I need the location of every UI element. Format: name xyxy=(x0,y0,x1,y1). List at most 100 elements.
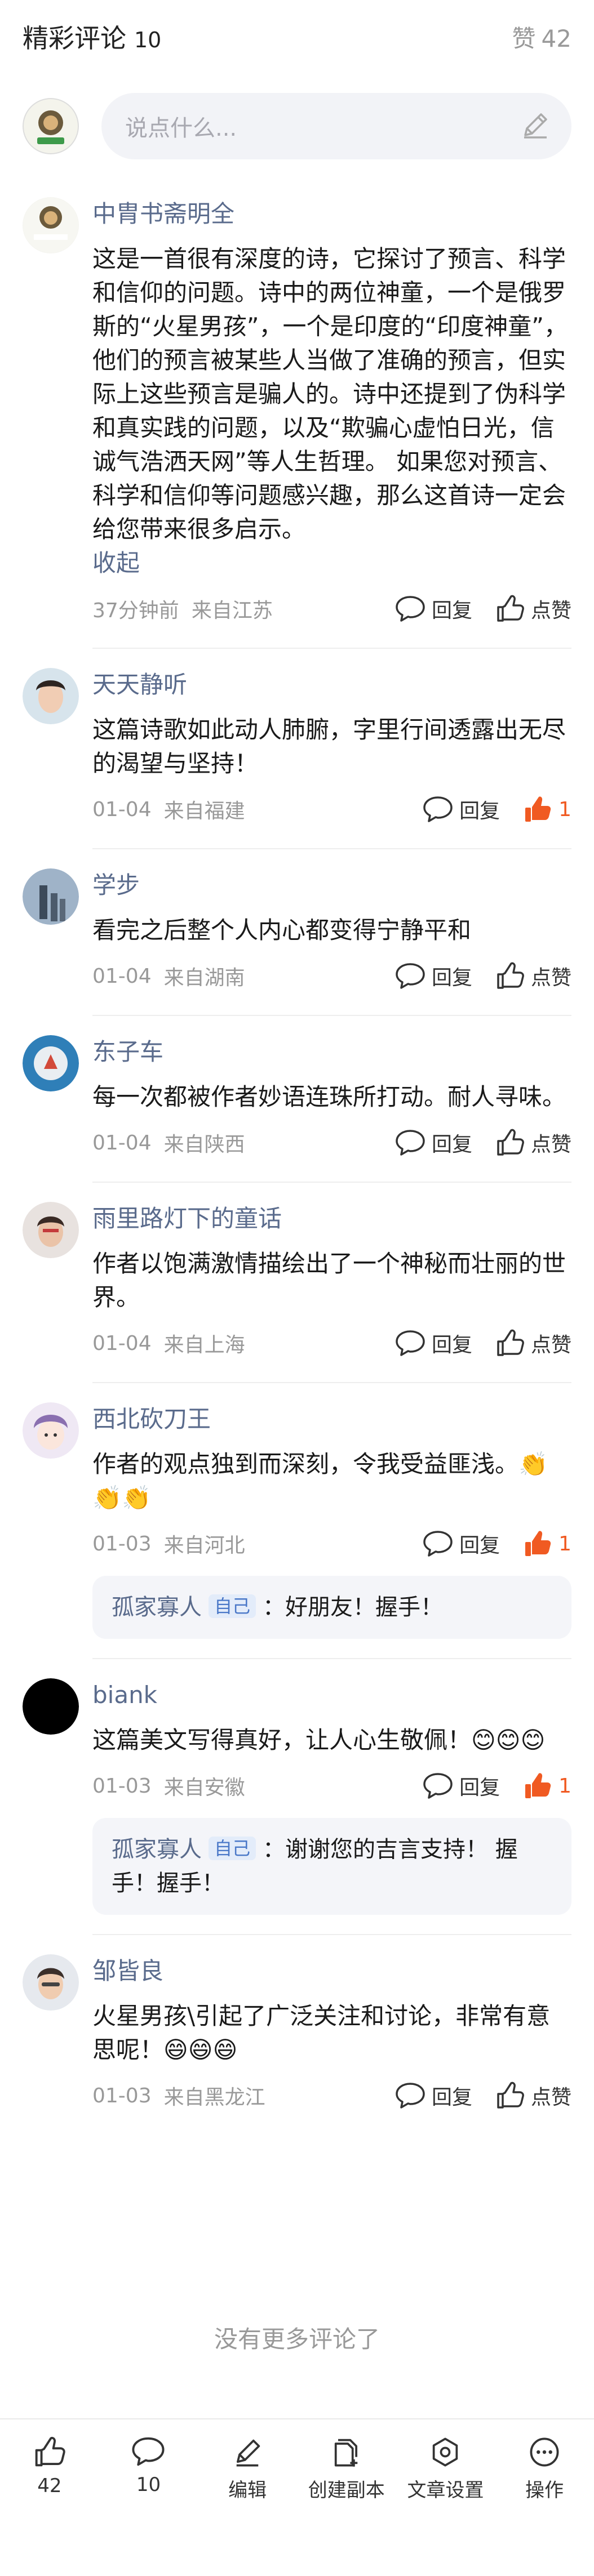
thumb-up-filled-icon xyxy=(525,1773,551,1798)
toolbar-copy-button[interactable]: 创建副本 xyxy=(299,2435,394,2502)
comment-item: 雨里路灯下的童话 作者以饱满激情描绘出了一个神秘而壮丽的世界。 01-04 来自… xyxy=(0,1202,594,1383)
comment-meta: 01-04 来自福建 回复 1 xyxy=(92,790,571,829)
comment-list: 中胄书斋明全 这是一首很有深度的诗，它探讨了预言、科学和信仰的问题。诗中的两位神… xyxy=(0,197,594,2115)
comment-location: 来自上海 xyxy=(163,1334,245,1357)
commenter-avatar[interactable] xyxy=(23,197,79,253)
divider xyxy=(92,1382,571,1383)
comment-time: 01-04 xyxy=(92,1131,152,1155)
comment-time: 01-04 xyxy=(92,1331,152,1355)
like-button[interactable]: 点赞 xyxy=(495,594,571,624)
more-icon xyxy=(530,2437,559,2467)
toolbar-settings-label: 文章设置 xyxy=(407,2479,484,2502)
like-button[interactable]: 点赞 xyxy=(495,2080,571,2111)
comments-header: 精彩评论 10 赞 42 xyxy=(0,0,594,73)
commenter-name[interactable]: 中胄书斋明全 xyxy=(92,197,571,231)
reply-bubble-icon xyxy=(396,1130,425,1156)
reply-button[interactable]: 回复 xyxy=(394,2081,472,2110)
commenter-avatar[interactable] xyxy=(23,668,79,724)
comment-item: 邹皆良 火星男孩\引起了广泛关注和讨论，非常有意思呢！😄😄😄 01-03 来自黑… xyxy=(0,1954,594,2115)
reply-bubble-icon xyxy=(423,1773,453,1799)
commenter-name[interactable]: 雨里路灯下的童话 xyxy=(92,1202,571,1236)
likes-label: 赞 xyxy=(512,24,536,52)
toolbar-edit-label: 编辑 xyxy=(228,2479,267,2502)
comment-meta: 01-04 来自陕西 回复 点赞 xyxy=(92,1123,571,1162)
settings-icon xyxy=(433,2437,458,2467)
commenter-name[interactable]: 西北砍刀王 xyxy=(92,1402,571,1436)
reply-button[interactable]: 回复 xyxy=(394,961,472,991)
commenter-avatar[interactable] xyxy=(23,868,79,925)
bottom-toolbar: 42 10 编辑 创建副本 文章设置 操作 xyxy=(0,2418,594,2531)
comment-text: 每一次都被作者妙语连珠所打动。耐人寻味。 xyxy=(92,1083,566,1111)
self-tag: 自己 xyxy=(209,1837,256,1860)
toolbar-comment-button[interactable]: 10 xyxy=(100,2435,196,2496)
comment-location: 来自江苏 xyxy=(191,599,273,622)
like-button[interactable]: 点赞 xyxy=(495,961,571,991)
my-avatar[interactable] xyxy=(23,98,79,154)
comment-location: 来自河北 xyxy=(163,1534,245,1557)
comment-meta: 37分钟前 来自江苏 回复 点赞 xyxy=(92,589,571,629)
commenter-avatar[interactable] xyxy=(23,1678,79,1735)
thumb-up-icon xyxy=(497,595,524,622)
divider xyxy=(92,1182,571,1183)
comment-meta: 01-03 来自安徽 回复 1 xyxy=(92,1766,571,1806)
commenter-avatar[interactable] xyxy=(23,1202,79,1258)
like-button[interactable]: 1 xyxy=(522,1528,571,1559)
likes-summary[interactable]: 赞 42 xyxy=(512,20,571,54)
reply-separator: ： xyxy=(263,1837,286,1862)
reply-author[interactable]: 孤家寡人 xyxy=(112,1594,202,1620)
comment-input[interactable]: 说点什么... xyxy=(101,93,571,159)
like-button[interactable]: 1 xyxy=(522,1771,571,1801)
comments-title: 精彩评论 10 xyxy=(23,18,161,55)
comment-time: 01-04 xyxy=(92,797,152,821)
commenter-name[interactable]: 邹皆良 xyxy=(92,1954,571,1988)
comment-text: 这篇美文写得真好，让人心生敬佩！😊😊😊 xyxy=(92,1726,546,1754)
collapse-link[interactable]: 收起 xyxy=(92,546,571,580)
likes-count: 42 xyxy=(541,24,571,52)
reply-bubble-icon xyxy=(396,596,425,622)
comment-meta: 01-03 来自河北 回复 1 xyxy=(92,1524,571,1563)
like-button[interactable]: 1 xyxy=(522,794,571,825)
reply-button[interactable]: 回复 xyxy=(422,795,500,824)
commenter-name[interactable]: 学步 xyxy=(92,868,571,902)
reply-bubble-icon xyxy=(423,1531,453,1557)
reply-button[interactable]: 回复 xyxy=(394,594,472,623)
commenter-avatar[interactable] xyxy=(23,1402,79,1459)
toolbar-comment-count: 10 xyxy=(136,2474,161,2496)
toolbar-more-button[interactable]: 操作 xyxy=(497,2435,592,2502)
comment-text: 作者以饱满激情描绘出了一个神秘而壮丽的世界。 xyxy=(92,1250,566,1311)
comment-text: 作者的观点独到而深刻，令我受益匪浅。👏👏👏 xyxy=(92,1450,548,1512)
reply-button[interactable]: 回复 xyxy=(394,1128,472,1157)
comment-time: 01-03 xyxy=(92,2084,152,2107)
copy-icon xyxy=(334,2439,358,2467)
commenter-name[interactable]: 东子车 xyxy=(92,1035,571,1069)
edit-icon xyxy=(236,2439,260,2467)
like-button[interactable]: 点赞 xyxy=(495,1328,571,1358)
comment-text: 这篇诗歌如此动人肺腑，字里行间透露出无尽的渴望与坚持！ xyxy=(92,716,566,777)
reply-button[interactable]: 回复 xyxy=(422,1529,500,1558)
reply-thread[interactable]: 孤家寡人 自己 ：好朋友！握手！ xyxy=(92,1576,571,1639)
comments-count: 10 xyxy=(134,28,162,52)
thumb-up-icon xyxy=(35,2436,65,2467)
toolbar-copy-label: 创建副本 xyxy=(308,2479,385,2502)
reply-button[interactable]: 回复 xyxy=(422,1771,500,1800)
divider xyxy=(92,1658,571,1659)
comment-item: 天天静听 这篇诗歌如此动人肺腑，字里行间透露出无尽的渴望与坚持！ 01-04 来… xyxy=(0,668,594,849)
like-button[interactable]: 点赞 xyxy=(495,1127,571,1158)
comment-item: 西北砍刀王 作者的观点独到而深刻，令我受益匪浅。👏👏👏 01-03 来自河北 回… xyxy=(0,1402,594,1659)
comment-location: 来自黑龙江 xyxy=(163,2086,265,2109)
pencil-icon[interactable] xyxy=(520,109,551,143)
reply-button[interactable]: 回复 xyxy=(394,1329,472,1358)
reply-thread[interactable]: 孤家寡人 自己 ：谢谢您的吉言支持！ 握手！握手！ xyxy=(92,1818,571,1915)
toolbar-settings-button[interactable]: 文章设置 xyxy=(397,2435,493,2502)
toolbar-edit-button[interactable]: 编辑 xyxy=(200,2435,295,2502)
reply-bubble-icon xyxy=(396,1330,425,1356)
reply-author[interactable]: 孤家寡人 xyxy=(112,1837,202,1862)
toolbar-like-button[interactable]: 42 xyxy=(2,2435,97,2497)
commenter-name[interactable]: 天天静听 xyxy=(92,668,571,702)
home-indicator-area xyxy=(0,2531,594,2576)
commenter-avatar[interactable] xyxy=(23,1035,79,1091)
thumb-up-filled-icon xyxy=(525,796,551,822)
commenter-avatar[interactable] xyxy=(23,1954,79,2011)
comment-item: 中胄书斋明全 这是一首很有深度的诗，它探讨了预言、科学和信仰的问题。诗中的两位神… xyxy=(0,197,594,649)
commenter-name[interactable]: biank xyxy=(92,1678,571,1712)
